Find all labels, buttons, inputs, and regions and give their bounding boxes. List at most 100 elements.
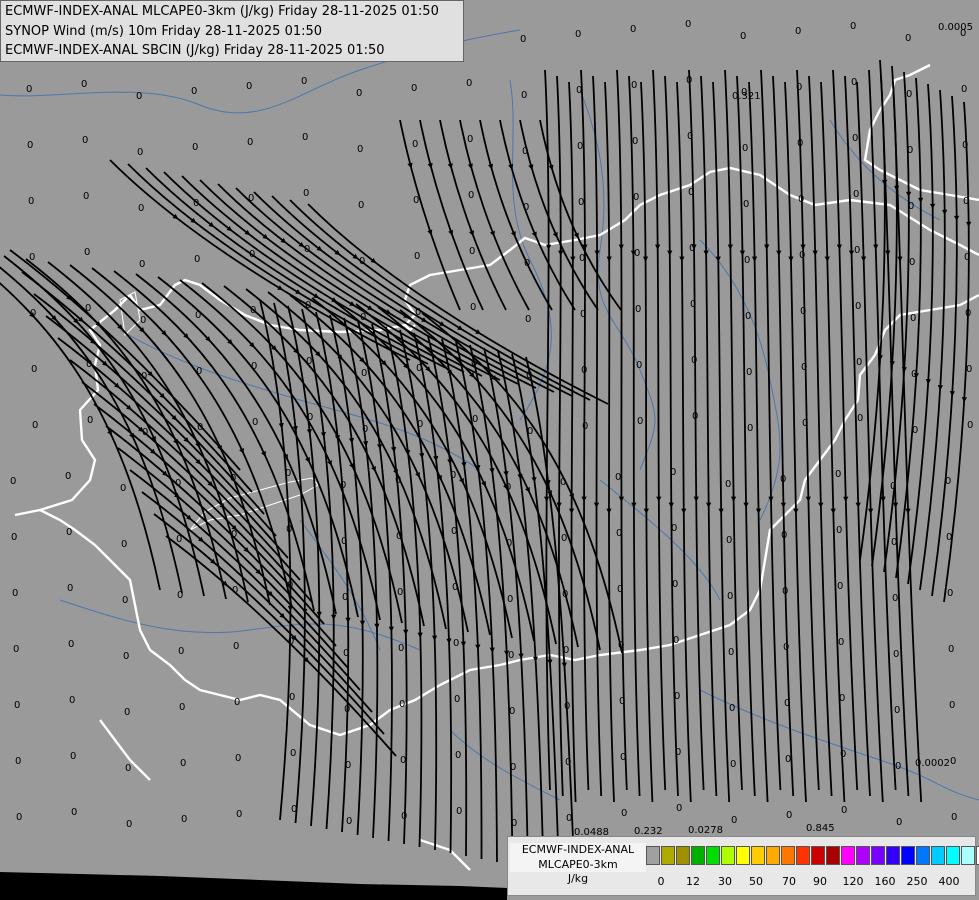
sbcin-value: 0 [964, 252, 970, 263]
sbcin-value: 0 [139, 259, 145, 270]
sbcin-value: 0 [288, 636, 294, 647]
sbcin-value: 0 [912, 425, 918, 436]
sbcin-value: 0 [910, 313, 916, 324]
sbcin-value: 0 [565, 757, 571, 768]
sbcin-value: 0 [137, 147, 143, 158]
sbcin-value: 0 [232, 585, 238, 596]
sbcin-value: 0 [520, 34, 526, 45]
sbcin-value: 0 [618, 640, 624, 651]
sbcin-value: 0 [471, 358, 477, 369]
sbcin-value: 0 [28, 196, 34, 207]
sbcin-value: 0 [564, 701, 570, 712]
sbcin-value: 0 [511, 818, 517, 829]
sbcin-value: 0 [346, 816, 352, 827]
sbcin-value: 0 [526, 370, 532, 381]
sbcin-value: 0 [730, 759, 736, 770]
sbcin-value: 0 [630, 24, 636, 35]
sbcin-value: 0 [906, 89, 912, 100]
legend-swatch [781, 846, 795, 865]
sbcin-value: 0 [506, 538, 512, 549]
sbcin-value: 0 [412, 139, 418, 150]
sbcin-value: 0 [289, 692, 295, 703]
sbcin-value: 0 [619, 696, 625, 707]
sbcin-value: 0 [905, 33, 911, 44]
sbcin-value: 0 [231, 529, 237, 540]
sbcin-value: 0 [671, 523, 677, 534]
sbcin-value: 0 [946, 532, 952, 543]
legend-swatch [961, 846, 975, 865]
sbcin-value: 0 [523, 202, 529, 213]
sbcin-value: 0 [126, 819, 132, 830]
sbcin-value: 0 [911, 369, 917, 380]
sbcin-value: 0 [11, 532, 17, 543]
sbcin-value: 0 [124, 707, 130, 718]
sbcin-value: 0 [140, 315, 146, 326]
sbcin-value: 0 [344, 704, 350, 715]
sbcin-value: 0 [798, 194, 804, 205]
sbcin-value: 0 [890, 481, 896, 492]
sbcin-value: 0 [176, 534, 182, 545]
sbcin-value: 0 [453, 638, 459, 649]
legend-tick-label: 160 [874, 875, 896, 888]
sbcin-value: 0 [415, 307, 421, 318]
sbcin-value: 0 [894, 705, 900, 716]
sbcin-value: 0 [579, 253, 585, 264]
sbcin-value: 0 [855, 301, 861, 312]
sbcin-value: 0 [527, 426, 533, 437]
legend-swatch [841, 846, 855, 865]
sbcin-value: 0 [850, 21, 856, 32]
sbcin-value: 0 [67, 583, 73, 594]
sbcin-value: 0 [802, 418, 808, 429]
sbcin-value: 0 [305, 300, 311, 311]
sbcin-value-special: 0.321 [732, 91, 761, 102]
sbcin-value: 0 [950, 756, 956, 767]
sbcin-value: 0 [575, 29, 581, 40]
sbcin-value: 0 [635, 304, 641, 315]
sbcin-value: 0 [852, 133, 858, 144]
sbcin-value: 0 [247, 137, 253, 148]
sbcin-value: 0 [945, 476, 951, 487]
sbcin-value: 0 [510, 762, 516, 773]
sbcin-value: 0 [692, 411, 698, 422]
sbcin-value: 0 [399, 699, 405, 710]
sbcin-value: 0 [578, 197, 584, 208]
sbcin-value: 0 [742, 143, 748, 154]
sbcin-value: 0 [962, 140, 968, 151]
sbcin-value: 0 [673, 635, 679, 646]
sbcin-value: 0 [233, 641, 239, 652]
sbcin-value: 0 [620, 752, 626, 763]
sbcin-value: 0 [357, 144, 363, 155]
sbcin-value: 0 [413, 195, 419, 206]
sbcin-value: 0 [908, 201, 914, 212]
sbcin-value: 0 [796, 82, 802, 93]
sbcin-value: 0 [686, 75, 692, 86]
colorbar-legend: ECMWF-INDEX-ANAL MLCAPE0-3km J/kg 0 12 30 5… [507, 836, 979, 896]
sbcin-value: 0 [726, 535, 732, 546]
sbcin-value: 0 [194, 254, 200, 265]
sbcin-value: 0 [82, 135, 88, 146]
sbcin-value: 0 [193, 198, 199, 209]
sbcin-value: 0 [16, 812, 22, 823]
sbcin-value: 0 [581, 365, 587, 376]
sbcin-value: 0 [836, 525, 842, 536]
sbcin-value: 0 [731, 815, 737, 826]
sbcin-value: 0 [690, 299, 696, 310]
sbcin-value: 0 [340, 480, 346, 491]
sbcin-value: 0 [356, 88, 362, 99]
sbcin-value: 0 [576, 85, 582, 96]
sbcin-value: 0 [948, 644, 954, 655]
sbcin-value-special: 0.845 [806, 823, 835, 834]
sbcin-value: 0 [455, 750, 461, 761]
legend-swatch [661, 846, 675, 865]
sbcin-value: 0 [12, 588, 18, 599]
sbcin-value: 0 [961, 84, 967, 95]
legend-tick-label: 250 [906, 875, 928, 888]
legend-swatch [901, 846, 915, 865]
sbcin-value: 0 [15, 756, 21, 767]
sbcin-value: 0 [747, 423, 753, 434]
sbcin-value: 0 [451, 526, 457, 537]
sbcin-value: 0 [250, 305, 256, 316]
sbcin-value: 0 [896, 817, 902, 828]
legend-swatch [751, 846, 765, 865]
legend-swatch [691, 846, 705, 865]
